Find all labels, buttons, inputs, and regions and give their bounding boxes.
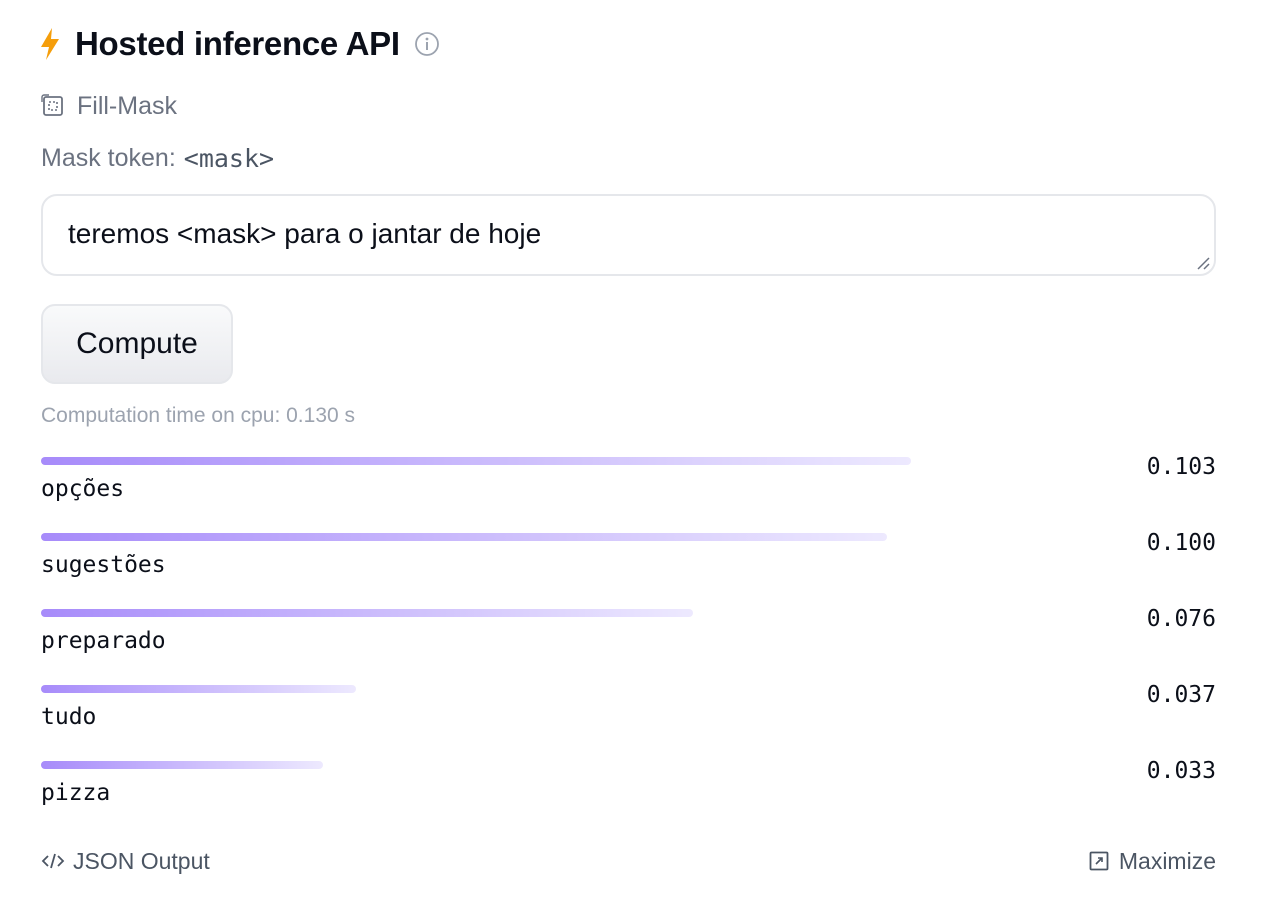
code-icon	[41, 849, 65, 873]
maximize-label: Maximize	[1118, 847, 1216, 874]
score-bar	[41, 609, 693, 617]
page-title: Hosted inference API	[75, 25, 400, 62]
result-score: 0.100	[1146, 530, 1216, 556]
result-row: preparado 0.076	[41, 604, 1216, 680]
compute-button[interactable]: Compute	[41, 304, 233, 384]
json-output-button[interactable]: JSON Output	[41, 848, 210, 875]
fill-mask-icon	[41, 94, 65, 118]
score-bar	[41, 533, 887, 541]
score-bar	[41, 685, 356, 693]
result-score: 0.076	[1146, 606, 1216, 632]
mask-token-label: Mask token:	[41, 143, 176, 172]
result-label: preparado	[41, 628, 166, 654]
score-bar	[41, 457, 911, 465]
resize-handle-icon[interactable]	[1195, 255, 1211, 271]
info-icon[interactable]	[414, 31, 440, 57]
result-label: opções	[41, 476, 125, 502]
text-input-value[interactable]: teremos <mask> para o jantar de hoje	[68, 218, 541, 250]
json-output-label: JSON Output	[73, 847, 210, 874]
result-label: pizza	[41, 780, 111, 806]
widget-footer: JSON Output Maximize	[41, 844, 1216, 878]
results-list: opções 0.103 sugestões 0.100 preparado 0.076 t…	[41, 452, 1216, 832]
mask-token-value: <mask>	[183, 143, 275, 173]
task-type: Fill-Mask	[41, 86, 1216, 126]
result-row: opções 0.103	[41, 452, 1216, 528]
widget-header: Hosted inference API	[41, 20, 1216, 68]
text-input[interactable]: teremos <mask> para o jantar de hoje	[41, 194, 1216, 276]
inference-widget: Hosted inference API Fill-Mask Mask toke…	[41, 20, 1216, 874]
result-label: tudo	[41, 704, 97, 730]
result-row: tudo 0.037	[41, 680, 1216, 756]
result-row: sugestões 0.100	[41, 528, 1216, 604]
computation-time: Computation time on cpu: 0.130 s	[41, 404, 356, 427]
mask-token-info: Mask token: <mask>	[41, 140, 1216, 176]
task-label: Fill-Mask	[77, 91, 177, 120]
result-row: pizza 0.033	[41, 756, 1216, 832]
result-score: 0.103	[1146, 454, 1216, 480]
result-score: 0.033	[1146, 758, 1216, 784]
maximize-button[interactable]: Maximize	[1089, 848, 1216, 875]
maximize-icon	[1089, 851, 1109, 871]
result-label: sugestões	[41, 552, 166, 578]
lightning-bolt-icon	[39, 27, 61, 61]
score-bar	[41, 761, 323, 769]
result-score: 0.037	[1146, 682, 1216, 708]
